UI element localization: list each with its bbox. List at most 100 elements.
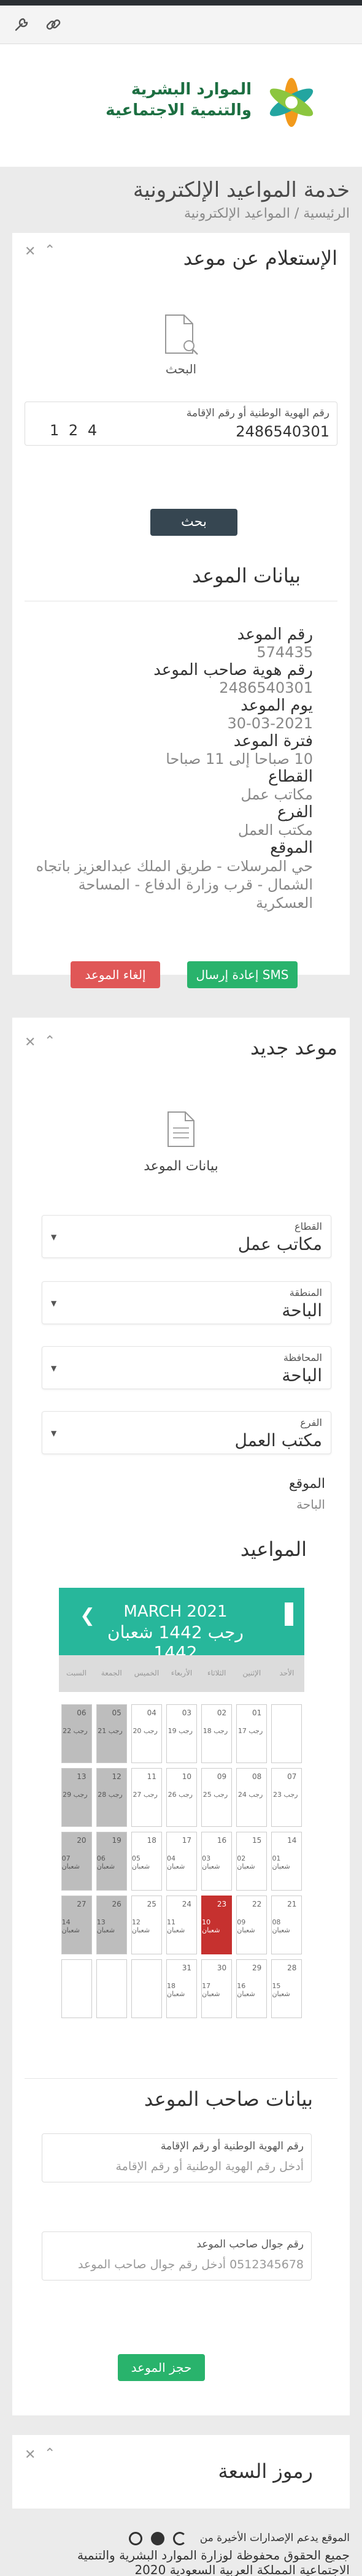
hijri-day: 18 شعبان [167, 1982, 185, 1998]
day-of-week-label: الثلاثاء [207, 1669, 226, 1677]
calendar-day: 20 07 شعبان [61, 1832, 92, 1891]
id-field-value[interactable]: 2486540301 [236, 423, 329, 440]
gregorian-day: 19 [112, 1836, 121, 1845]
hijri-day: 07 شعبان [61, 1854, 80, 1870]
hijri-day: 06 شعبان [96, 1854, 115, 1870]
gregorian-day: 29 [252, 1964, 262, 1972]
calendar-day[interactable]: 22 09 شعبان [236, 1896, 268, 1954]
hijri-day: 04 شعبان [167, 1854, 185, 1870]
calendar-day[interactable]: 28 15 شعبان [271, 1959, 302, 2018]
calendar-day[interactable]: 30 17 شعبان [201, 1959, 233, 2018]
gregorian-day: 21 [287, 1900, 297, 1908]
cancel-appointment-button[interactable]: إلغاء الموعد [71, 961, 160, 988]
calendar-day[interactable]: 17 04 شعبان [166, 1832, 197, 1891]
gregorian-day: 16 [217, 1836, 227, 1845]
hijri-day: 17 شعبان [202, 1982, 220, 1998]
search-button[interactable]: بحث [150, 509, 237, 536]
calendar-day[interactable]: 29 16 شعبان [236, 1959, 268, 2018]
gregorian-day: 24 [182, 1900, 191, 1908]
id-search-field[interactable]: رقم الهوية الوطنية أو رقم الإقامة 248654… [25, 402, 337, 446]
ministry-logo[interactable]: الموارد البشرية والتنمية الاجتماعية [80, 69, 325, 136]
close-icon[interactable]: ✕ [25, 244, 36, 259]
label-owner-id: رقم هوية صاحب الموعد [153, 661, 313, 679]
calendar-day[interactable]: 14 01 شعبان [271, 1832, 302, 1891]
link-icon[interactable] [44, 15, 63, 34]
gregorian-day: 13 [77, 1772, 87, 1781]
region-select[interactable]: المنطقة الباحة ▼ [42, 1281, 331, 1324]
calendar-day[interactable]: 03 19 رجب [166, 1704, 197, 1763]
collapse-icon[interactable]: ⌃ [44, 1034, 55, 1049]
calendar-day: 13 29 رجب [61, 1768, 92, 1827]
calendar-day-selected[interactable]: 23 10 شعبان [201, 1896, 233, 1954]
label-appointment-period: فترة الموعد [233, 732, 313, 750]
branch-select[interactable]: الفرع مكتب العمل ▼ [42, 1411, 331, 1454]
gregorian-day: 14 [287, 1836, 297, 1845]
collapse-icon[interactable]: ⌃ [44, 2446, 55, 2461]
calendar-day [96, 1959, 127, 2018]
calendar-day[interactable]: 31 18 شعبان [166, 1959, 197, 2018]
hijri-day: 10 شعبان [202, 1918, 220, 1934]
resend-sms-button[interactable]: إعادة إرسال SMS [187, 961, 298, 988]
gregorian-day: 30 [217, 1964, 227, 1972]
wrench-icon[interactable] [12, 15, 31, 34]
calendar-day: 05 21 رجب [96, 1704, 127, 1763]
book-appointment-button[interactable]: حجز الموعد [118, 2354, 205, 2381]
day-of-week-label: الجمعة [101, 1669, 122, 1677]
calendar-day[interactable]: 25 12 شعبان [131, 1896, 162, 1954]
document-search-icon [162, 313, 200, 358]
hijri-day: 26 رجب [168, 1791, 193, 1799]
calendar-day[interactable]: 07 23 رجب [271, 1768, 302, 1827]
footer-copyright-1: جميع الحقوق محفوظة لوزارة الموارد البشري… [77, 2548, 350, 2563]
hijri-day: 16 شعبان [237, 1982, 255, 1998]
divider [25, 2078, 337, 2079]
hijri-day: 17 رجب [237, 1727, 263, 1735]
calendar-day: 27 14 شعبان [61, 1896, 92, 1954]
location-label: الموقع [288, 1476, 325, 1492]
hijri-day: 25 رجب [202, 1791, 228, 1799]
gregorian-day: 26 [112, 1900, 121, 1908]
gregorian-day: 25 [147, 1900, 156, 1908]
inquiry-title: الإستعلام عن موعد [183, 246, 337, 270]
calendar-day[interactable]: 09 25 رجب [201, 1768, 233, 1827]
calendar-day[interactable]: 10 26 رجب [166, 1768, 197, 1827]
calendar-day[interactable]: 01 17 رجب [236, 1704, 268, 1763]
value-location: حي المرسلات - طريق الملك عبدالعزيز باتجا… [36, 858, 313, 912]
id-field-label: رقم الهوية الوطنية أو رقم الإقامة [186, 407, 329, 419]
gregorian-day: 04 [147, 1709, 156, 1717]
sector-select-label: القطاع [295, 1221, 322, 1232]
calendar-day[interactable]: 15 02 شعبان [236, 1832, 268, 1891]
calendar-day[interactable]: 21 08 شعبان [271, 1896, 302, 1954]
value-appointment-number: 574435 [256, 644, 313, 661]
calendar-day[interactable]: 11 27 رجب [131, 1768, 162, 1827]
hijri-day: 21 رجب [98, 1727, 123, 1735]
close-icon[interactable]: ✕ [25, 1035, 36, 1050]
calendar-day[interactable]: 18 05 شعبان [131, 1832, 162, 1891]
next-month-button[interactable] [285, 1602, 293, 1626]
owner-phone-field[interactable]: رقم جوال صاحب الموعد 0512345678 أدخل رقم… [42, 2231, 312, 2281]
calendar-day[interactable]: 24 11 شعبان [166, 1896, 197, 1954]
hijri-day: 02 شعبان [237, 1854, 255, 1870]
qr-panel: ✕ ⌃ رموز السعة [12, 2435, 350, 2509]
browser-icons [129, 2532, 196, 2547]
sector-select[interactable]: القطاع مكاتب عمل ▼ [42, 1215, 331, 1258]
calendar-day[interactable]: 02 18 رجب [201, 1704, 233, 1763]
footer-browser-support: الموقع يدعم الإصدارات الأخيرة من [199, 2532, 350, 2544]
calendar-day[interactable]: 16 03 شعبان [201, 1832, 233, 1891]
calendar-day [61, 1959, 92, 2018]
breadcrumb[interactable]: الرئيسية / المواعيد الإلكترونية [12, 206, 350, 221]
owner-id-field[interactable]: رقم الهوية الوطنية أو رقم الإقامة أدخل ر… [42, 2133, 312, 2182]
owner-phone-placeholder[interactable]: 0512345678 أدخل رقم جوال صاحب الموعد [52, 2258, 304, 2271]
calendar-grid: 01 17 رجب 02 18 رجب 03 19 رجب 04 20 رجب 05 21 رجب… [59, 1704, 304, 2023]
owner-id-placeholder[interactable]: أدخل رقم الهوية الوطنية أو رقم الإقامة [52, 2160, 304, 2173]
gregorian-day: 20 [77, 1836, 87, 1845]
calendar-day[interactable]: 08 24 رجب [236, 1768, 268, 1827]
collapse-icon[interactable]: ⌃ [44, 243, 55, 258]
branch-select-label: الفرع [300, 1417, 322, 1428]
governorate-select[interactable]: المحافظة الباحة ▼ [42, 1346, 331, 1389]
close-icon[interactable]: ✕ [25, 2447, 36, 2463]
calendar-day[interactable]: 04 20 رجب [131, 1704, 162, 1763]
day-of-week-label: الأربعاء [171, 1669, 193, 1677]
chevron-down-icon: ▼ [51, 1233, 57, 1241]
label-appointment-day: يوم الموعد [241, 696, 313, 715]
chevron-down-icon: ▼ [51, 1429, 57, 1438]
